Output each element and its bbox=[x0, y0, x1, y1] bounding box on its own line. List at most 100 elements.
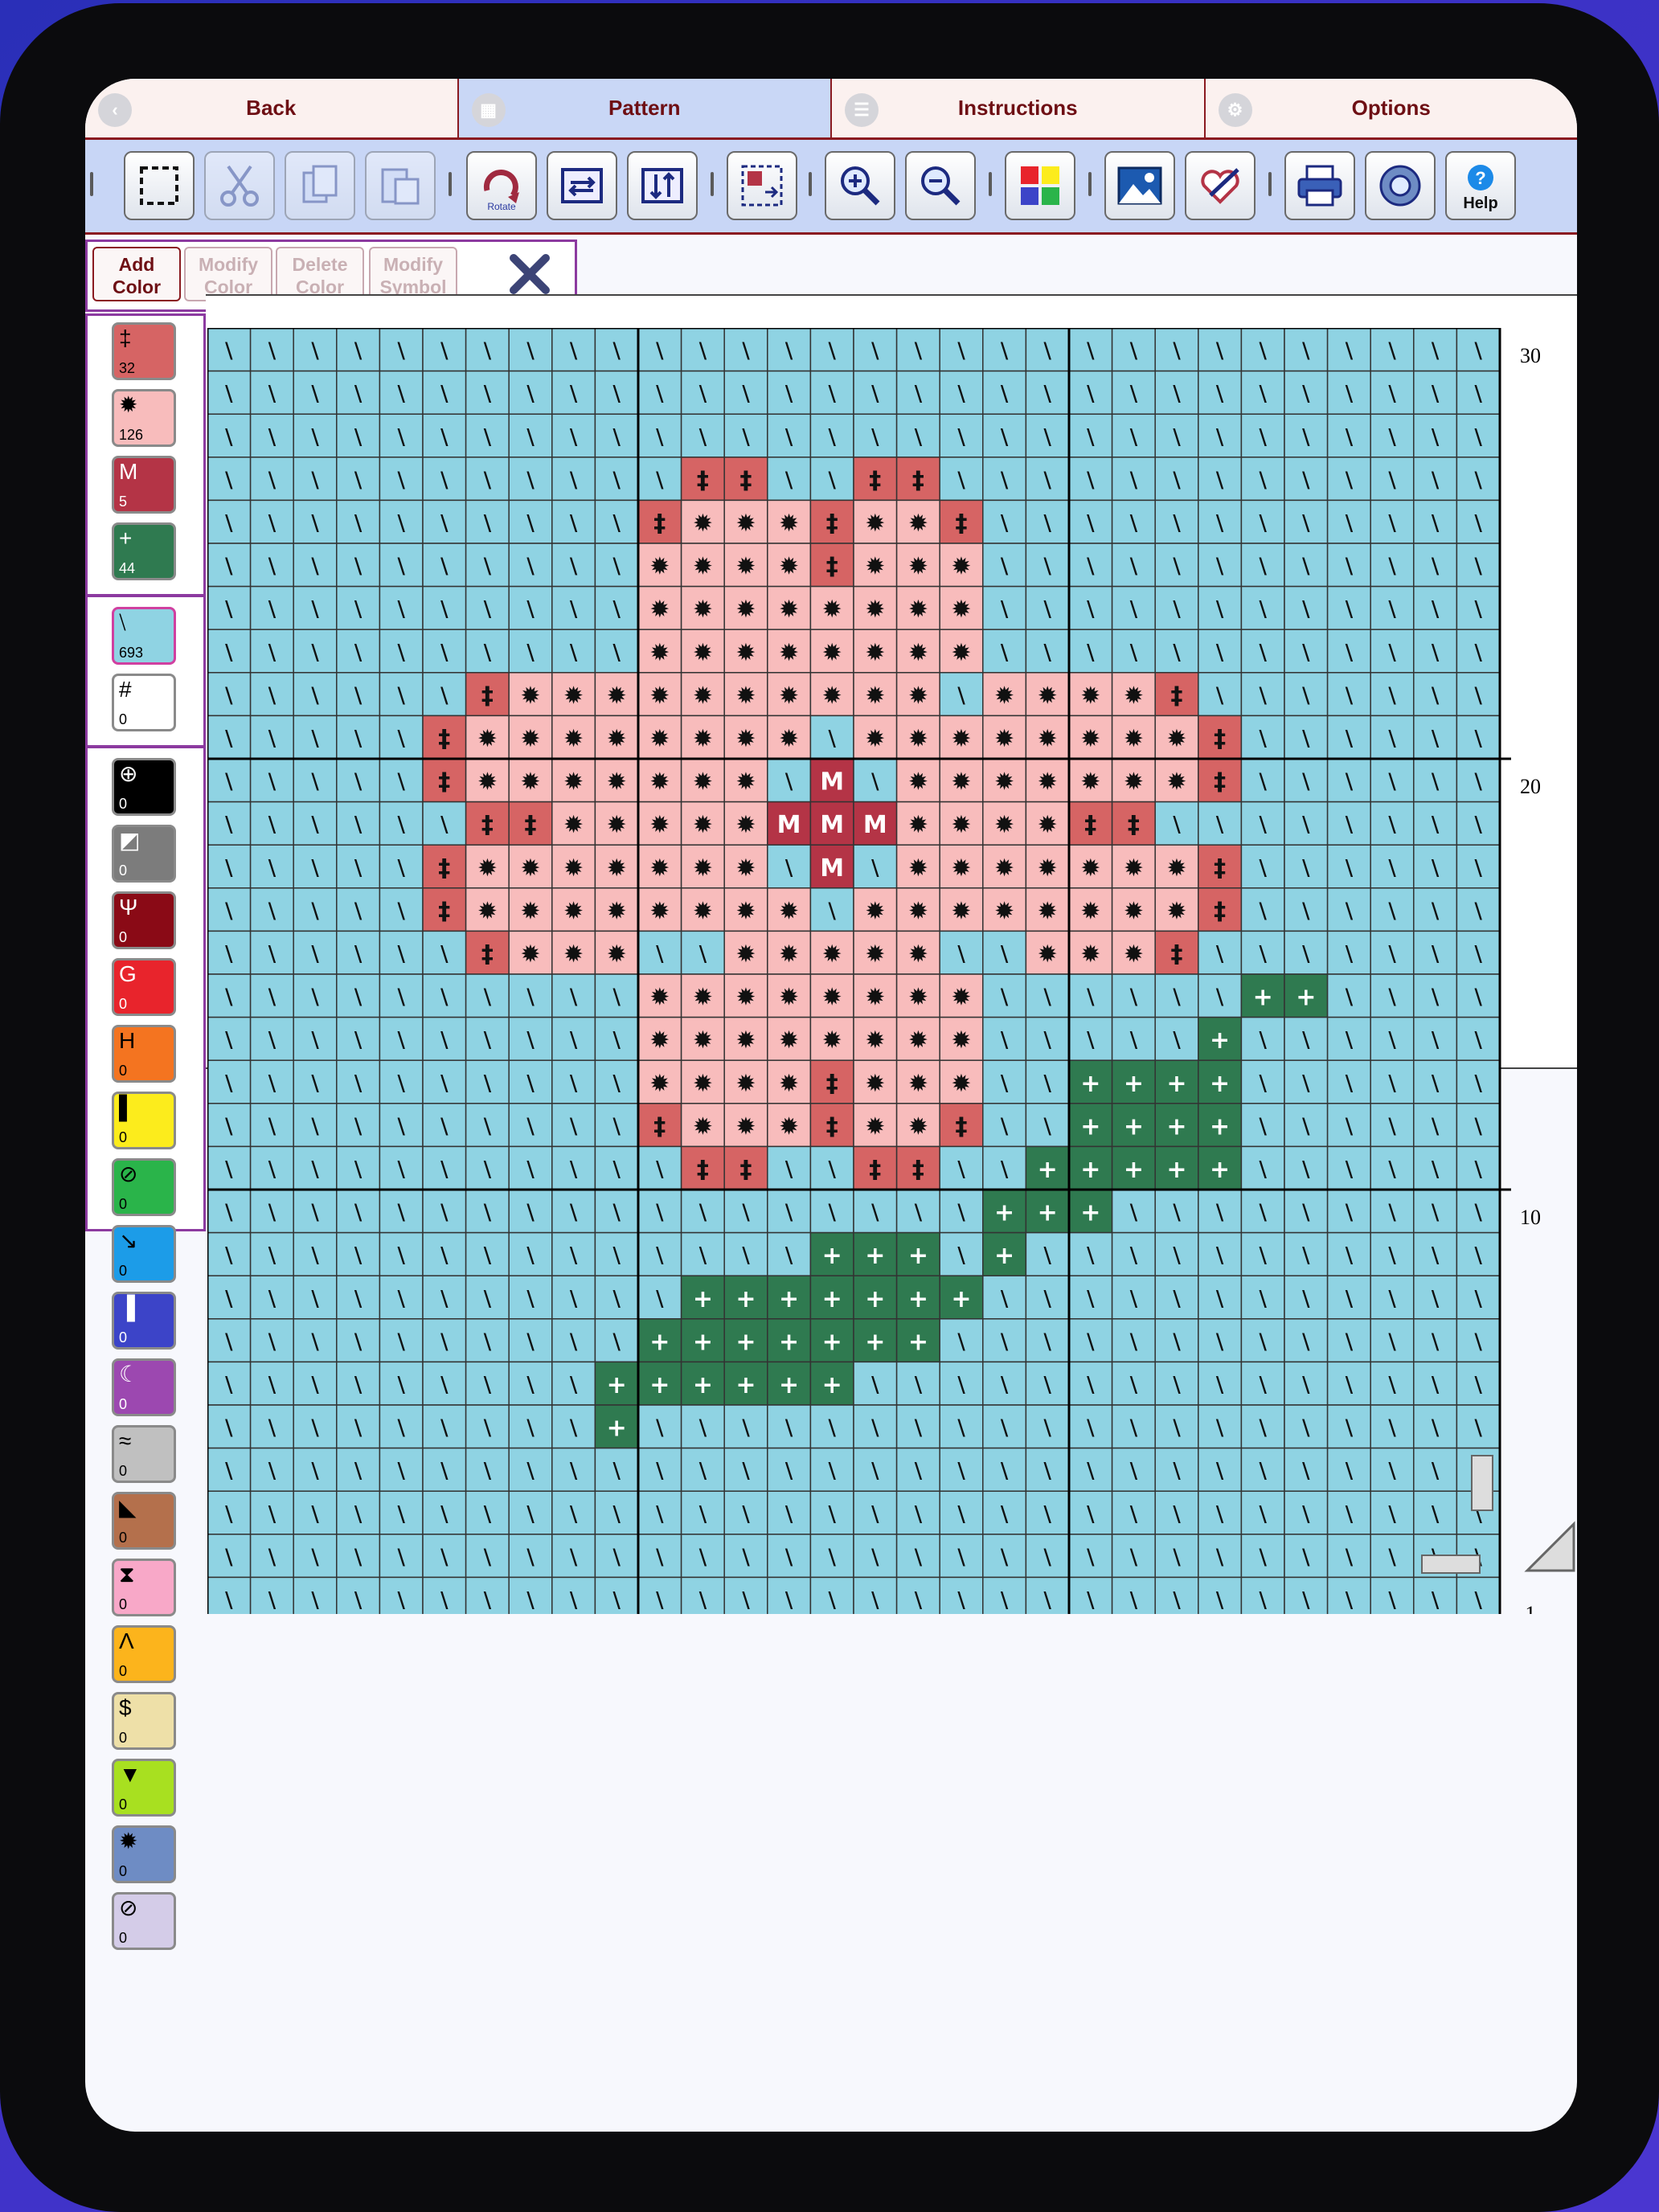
color-swatch-gray[interactable]: ◩ 0 bbox=[112, 825, 176, 883]
color-swatch-blue[interactable]: ↘ 0 bbox=[112, 1225, 176, 1283]
add-color-button[interactable]: Add Color bbox=[92, 247, 181, 301]
color-swatch-gold[interactable]: Λ0 bbox=[112, 1625, 176, 1683]
stitch-symbol: ⧵ bbox=[1000, 381, 1009, 408]
swatch-symbol: # bbox=[119, 677, 132, 702]
tab-back[interactable]: ‹ Back bbox=[85, 79, 459, 140]
stitch-symbol: ⧵ bbox=[224, 1071, 233, 1097]
color-swatch-sky-blue[interactable]: ⧵ 693 bbox=[112, 607, 176, 665]
tab-instructions[interactable]: ☰ Instructions bbox=[832, 79, 1206, 140]
paste-tool-button[interactable] bbox=[365, 151, 436, 220]
color-swatch-red[interactable]: G0 bbox=[112, 958, 176, 1016]
zoom-out-tool-button[interactable] bbox=[905, 151, 976, 220]
color-swatch-tan[interactable]: $0 bbox=[112, 1692, 176, 1750]
select-tool-button[interactable] bbox=[124, 151, 195, 220]
stitch-symbol: ✹ bbox=[1166, 725, 1186, 753]
rotate-tool-button[interactable]: Rotate bbox=[466, 151, 537, 220]
stitch-symbol: ⧵ bbox=[1000, 510, 1009, 537]
modify-symbol-button[interactable]: Modify Symbol bbox=[369, 247, 457, 301]
stitch-symbol: ⧵ bbox=[1259, 769, 1268, 796]
stitch-symbol: ⧵ bbox=[526, 1243, 535, 1269]
gear-icon: ⚙ bbox=[1218, 93, 1252, 127]
color-swatch-lime[interactable]: ▼ 0 bbox=[112, 1759, 176, 1817]
stitch-symbol: ⧵ bbox=[1259, 1157, 1268, 1183]
color-swatch-brown[interactable]: ◣ 0 bbox=[112, 1492, 176, 1550]
stitch-symbol: ⧵ bbox=[354, 1329, 363, 1355]
pattern-grid[interactable]: ⧵ ⧵ ⧵ ⧵ ⧵ ⧵ ⧵ ⧵ ⧵ ⧵ ⧵ ⧵ ⧵ ⧵ ⧵ ⧵ ⧵ ⧵ ⧵ ⧵ ⧵ ⧵ ⧵ ⧵ ⧵ ⧵ ⧵ ⧵ ⧵ ⧵ ⧵ ⧵ ⧵ ⧵ ⧵ ⧵ ⧵ ⧵ ⧵ ⧵… bbox=[207, 328, 1574, 1614]
stitch-symbol: ⧵ bbox=[1129, 467, 1138, 494]
stitch-symbol: ⧵ bbox=[1301, 596, 1310, 623]
stitch-symbol: M bbox=[863, 811, 887, 839]
stitch-symbol: + bbox=[1166, 1112, 1186, 1141]
resize-corner-icon[interactable] bbox=[1524, 1518, 1577, 1574]
help-tool-button[interactable]: ? Help bbox=[1445, 151, 1516, 220]
color-swatch-green[interactable]: ⊘ 0 bbox=[112, 1158, 176, 1216]
horizontal-scroll-handle[interactable] bbox=[1421, 1555, 1481, 1574]
share-tool-button[interactable] bbox=[1365, 151, 1436, 220]
swatch-count: 0 bbox=[119, 1596, 128, 1612]
stitch-symbol: ⧵ bbox=[440, 1113, 449, 1140]
color-swatch-maroon[interactable]: Ψ0 bbox=[112, 891, 176, 949]
color-swatch-black[interactable]: ⊕ 0 bbox=[112, 758, 176, 816]
stitch-symbol: ⧵ bbox=[1345, 898, 1354, 924]
stitch-symbol: ⧵ bbox=[828, 1501, 837, 1528]
stitch-symbol: ⧵ bbox=[483, 381, 492, 408]
color-swatch-crimson[interactable]: M5 bbox=[112, 456, 176, 514]
color-swatch-dark-rose[interactable]: ‡ 32 bbox=[112, 322, 176, 380]
stitch-symbol: ✹ bbox=[1124, 682, 1144, 710]
stitch-symbol: ⧵ bbox=[957, 424, 966, 451]
stitch-symbol: ⧵ bbox=[1129, 1200, 1138, 1227]
stitch-symbol: ✹ bbox=[1124, 854, 1144, 883]
tab-pattern[interactable]: ▦ Pattern bbox=[458, 79, 832, 140]
stitch-symbol: ‡ bbox=[740, 1156, 752, 1184]
stitch-symbol: ⧵ bbox=[397, 812, 406, 838]
zoom-in-tool-button[interactable] bbox=[825, 151, 895, 220]
fill-tool-button[interactable] bbox=[1185, 151, 1256, 220]
flip-horizontal-tool-button[interactable] bbox=[547, 151, 617, 220]
color-swatch-lavender[interactable]: ⊘ 0 bbox=[112, 1892, 176, 1950]
close-icon[interactable] bbox=[506, 250, 554, 298]
stitch-symbol: ✹ bbox=[563, 682, 584, 710]
stitch-symbol: ⧵ bbox=[440, 1286, 449, 1313]
flip-vertical-tool-button[interactable] bbox=[627, 151, 698, 220]
print-tool-button[interactable] bbox=[1284, 151, 1355, 220]
stitch-symbol: + bbox=[1038, 1199, 1058, 1227]
color-swatch-indigo[interactable]: ▐ 0 bbox=[112, 1292, 176, 1350]
stitch-symbol: ⧵ bbox=[397, 1501, 406, 1528]
stitch-symbol: ⧵ bbox=[1129, 640, 1138, 666]
stitch-symbol: ⧵ bbox=[354, 682, 363, 709]
stitch-symbol: ✹ bbox=[563, 854, 584, 883]
color-swatch-yellow[interactable]: ▌ 0 bbox=[112, 1092, 176, 1149]
cut-tool-button[interactable] bbox=[204, 151, 275, 220]
color-swatch-forest-green[interactable]: +44 bbox=[112, 522, 176, 580]
stitch-symbol: + bbox=[908, 1242, 928, 1270]
stitch-symbol: ✹ bbox=[693, 682, 713, 710]
swatch-count: 0 bbox=[119, 796, 128, 812]
tab-options[interactable]: ⚙ Options bbox=[1205, 79, 1577, 140]
image-import-tool-button[interactable] bbox=[1104, 151, 1175, 220]
vertical-scroll-handle[interactable] bbox=[1471, 1455, 1493, 1511]
stitch-symbol: ⧵ bbox=[483, 1458, 492, 1485]
color-palette-tool-button[interactable] bbox=[1005, 151, 1075, 220]
stitch-symbol: ⧵ bbox=[1259, 812, 1268, 838]
color-swatch-purple[interactable]: ☾ 0 bbox=[112, 1358, 176, 1416]
color-swatch-silver[interactable]: ≈0 bbox=[112, 1425, 176, 1483]
stitch-symbol: ⧵ bbox=[224, 682, 233, 709]
stitch-symbol: ⧵ bbox=[224, 812, 233, 838]
copy-tool-button[interactable] bbox=[285, 151, 355, 220]
color-swatch-steel-blue[interactable]: ✹ 0 bbox=[112, 1825, 176, 1883]
move-selection-tool-button[interactable] bbox=[727, 151, 797, 220]
modify-color-button[interactable]: Modify Color bbox=[184, 247, 272, 301]
color-swatch-orange[interactable]: H0 bbox=[112, 1025, 176, 1083]
stitch-symbol: ⧵ bbox=[1301, 1329, 1310, 1355]
stitch-symbol: ‡ bbox=[1171, 940, 1183, 969]
delete-color-button[interactable]: Delete Color bbox=[276, 247, 364, 301]
color-swatch-pink[interactable]: ⧗ 0 bbox=[112, 1559, 176, 1616]
stitch-symbol: ✹ bbox=[693, 1026, 713, 1055]
color-swatch-white[interactable]: #0 bbox=[112, 674, 176, 731]
stitch-symbol: ⧵ bbox=[1474, 1200, 1483, 1227]
stitch-symbol: ✹ bbox=[908, 510, 928, 538]
stitch-symbol: ‡ bbox=[1214, 854, 1226, 883]
stitch-symbol: ⧵ bbox=[1474, 510, 1483, 537]
color-swatch-light-pink[interactable]: ✹ 126 bbox=[112, 389, 176, 447]
swatch-symbol: ⧵ bbox=[119, 610, 126, 635]
